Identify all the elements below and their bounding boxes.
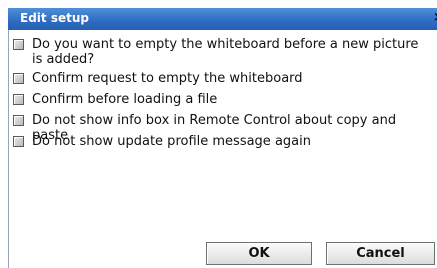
dialog-content: Do you want to empty the whiteboard befo… [8, 30, 437, 268]
cancel-button[interactable]: Cancel [326, 242, 435, 265]
checkbox[interactable] [13, 94, 24, 105]
checkbox[interactable] [13, 136, 24, 147]
checkbox[interactable] [13, 73, 24, 84]
ok-button[interactable]: OK [206, 242, 312, 265]
dialog-titlebar[interactable]: Edit setup × [8, 8, 437, 30]
dialog-title: Edit setup [20, 11, 89, 25]
option-label: Do you want to empty the whiteboard befo… [32, 37, 419, 67]
edit-setup-dialog: Edit setup × Do you want to empty the wh… [0, 0, 437, 268]
checkbox[interactable] [13, 115, 24, 126]
close-icon[interactable]: × [433, 10, 437, 26]
checkbox[interactable] [13, 39, 24, 50]
option-label: Do not show update profile message again [32, 134, 311, 149]
option-label: Confirm request to empty the whiteboard [32, 71, 303, 86]
option-label: Confirm before loading a file [32, 92, 218, 107]
